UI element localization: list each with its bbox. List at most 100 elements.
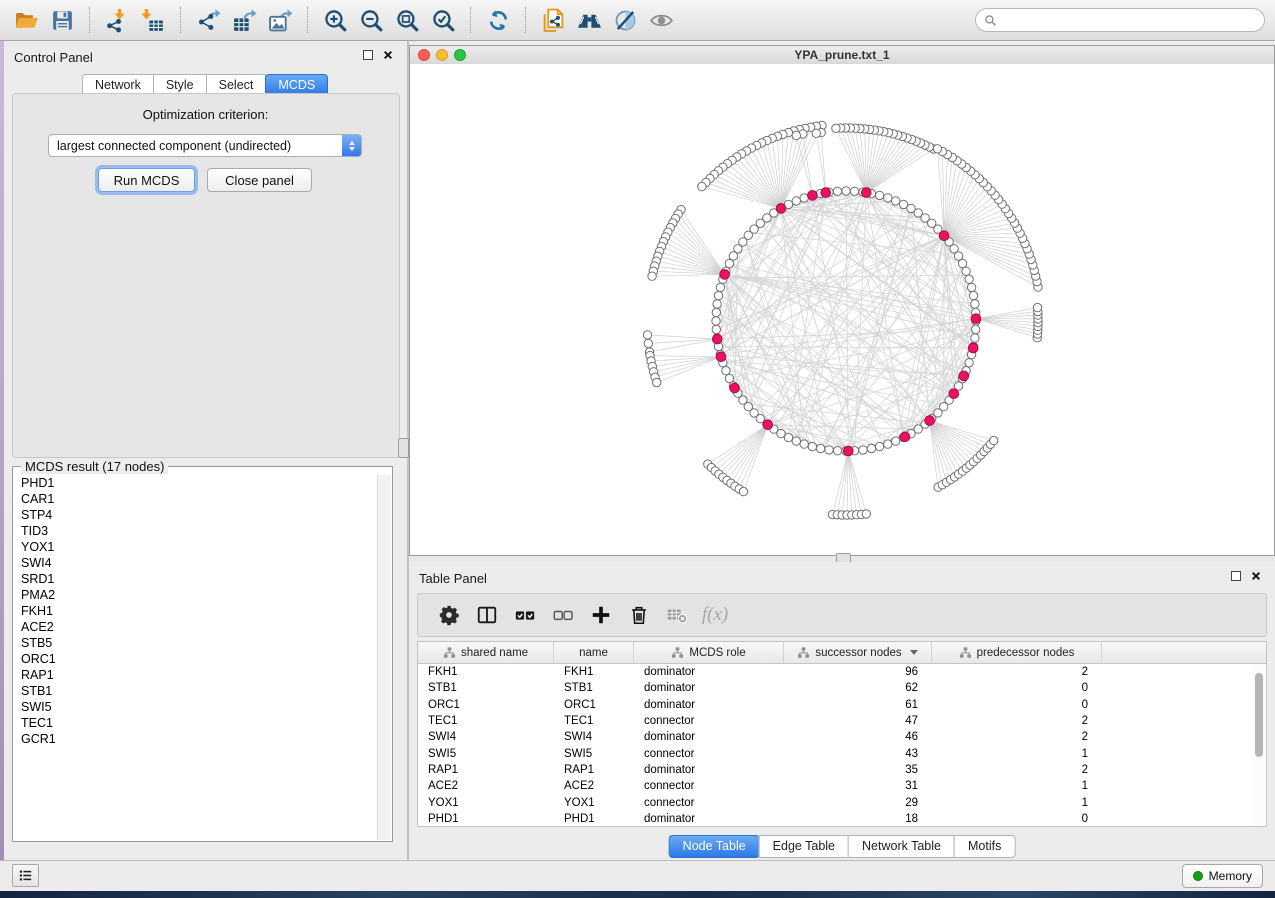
preview-eye-icon[interactable]	[646, 5, 676, 35]
network-document-icon[interactable]	[538, 5, 568, 35]
close-panel-icon[interactable]	[383, 50, 393, 60]
tab-network-table[interactable]: Network Table	[848, 835, 955, 858]
column-header-label: predecessor nodes	[977, 647, 1075, 659]
cell-predecessor-nodes: 0	[932, 699, 1102, 711]
column-header-shared-name[interactable]: shared name	[418, 642, 554, 663]
table-scrollbar[interactable]	[1253, 664, 1265, 825]
tab-node-table[interactable]: Node Table	[669, 835, 760, 858]
cell-shared-name: TEC1	[418, 715, 554, 727]
network-window-titlebar[interactable]: YPA_prune.txt_1	[410, 46, 1274, 65]
optimization-criterion-select[interactable]: largest connected component (undirected)	[48, 134, 362, 157]
zoom-out-icon[interactable]	[356, 5, 386, 35]
import-network-icon[interactable]	[102, 5, 132, 35]
cell-MCDS-role: connector	[634, 748, 784, 760]
table-row[interactable]: TEC1TEC1connector472	[418, 713, 1266, 729]
open-file-icon[interactable]	[11, 5, 41, 35]
mcds-result-item[interactable]: PHD1	[21, 475, 378, 491]
float-panel-icon[interactable]	[363, 50, 373, 60]
close-window-button[interactable]	[418, 49, 430, 61]
control-panel-title: Control Panel	[14, 50, 93, 65]
mcds-result-item[interactable]: GCR1	[21, 731, 378, 747]
mcds-result-item[interactable]: FKH1	[21, 603, 378, 619]
toolbar-separator	[180, 7, 181, 33]
mcds-result-item[interactable]: SWI4	[21, 555, 378, 571]
table-row[interactable]: RAP1RAP1dominator352	[418, 762, 1266, 778]
cell-shared-name: STB1	[418, 682, 554, 694]
select-all-icon[interactable]	[512, 602, 538, 628]
cell-predecessor-nodes: 1	[932, 797, 1102, 809]
column-header-successor-nodes[interactable]: successor nodes	[784, 642, 932, 663]
network-graph[interactable]	[410, 64, 1274, 555]
table-row[interactable]: ACE2ACE2connector311	[418, 778, 1266, 794]
close-panel-button[interactable]: Close panel	[207, 168, 312, 192]
zoom-fit-icon[interactable]	[392, 5, 422, 35]
delete-row-icon[interactable]	[626, 602, 652, 628]
column-header-MCDS-role[interactable]: MCDS role	[634, 642, 784, 663]
search-input[interactable]	[1002, 12, 1256, 28]
float-panel-icon[interactable]	[1231, 571, 1241, 581]
cell-shared-name: RAP1	[418, 764, 554, 776]
close-panel-icon[interactable]	[1251, 571, 1261, 581]
table-row[interactable]: PHD1PHD1dominator180	[418, 811, 1266, 827]
mcds-result-item[interactable]: ORC1	[21, 651, 378, 667]
add-row-icon[interactable]	[588, 602, 614, 628]
mcds-result-item[interactable]: ACE2	[21, 619, 378, 635]
table-panel-window-icons	[1231, 571, 1261, 581]
sort-descending-icon	[910, 650, 918, 655]
mcds-result-item[interactable]: TID3	[21, 523, 378, 539]
mcds-result-item[interactable]: STP4	[21, 507, 378, 523]
table-row[interactable]: ORC1ORC1dominator610	[418, 697, 1266, 713]
table-row[interactable]: SWI4SWI4dominator462	[418, 729, 1266, 745]
minimize-window-button[interactable]	[436, 49, 448, 61]
deselect-all-icon[interactable]	[550, 602, 576, 628]
memory-button[interactable]: Memory	[1182, 864, 1263, 888]
columns-icon[interactable]	[474, 602, 500, 628]
export-table-icon[interactable]	[229, 5, 259, 35]
import-table-icon[interactable]	[138, 5, 168, 35]
mcds-result-item[interactable]: PMA2	[21, 587, 378, 603]
column-header-predecessor-nodes[interactable]: predecessor nodes	[932, 642, 1102, 663]
task-history-button[interactable]	[12, 864, 39, 887]
zoom-selected-icon[interactable]	[428, 5, 458, 35]
table-row[interactable]: FKH1FKH1dominator962	[418, 664, 1266, 680]
hide-style-icon[interactable]	[610, 5, 640, 35]
tab-edge-table[interactable]: Edge Table	[759, 835, 849, 858]
column-header-label: shared name	[461, 647, 528, 659]
mcds-result-item[interactable]: TEC1	[21, 715, 378, 731]
cell-predecessor-nodes: 1	[932, 748, 1102, 760]
mcds-result-item[interactable]: SWI5	[21, 699, 378, 715]
export-image-icon[interactable]	[265, 5, 295, 35]
apply-layout-icon[interactable]	[483, 5, 513, 35]
mcds-result-item[interactable]: STB1	[21, 683, 378, 699]
mcds-result-item[interactable]: YOX1	[21, 539, 378, 555]
export-network-icon[interactable]	[193, 5, 223, 35]
column-header-name[interactable]: name	[554, 642, 634, 663]
cell-predecessor-nodes: 0	[932, 813, 1102, 825]
cell-shared-name: SWI4	[418, 731, 554, 743]
table-row[interactable]: SWI5SWI5connector431	[418, 745, 1266, 761]
maximize-window-button[interactable]	[454, 49, 466, 61]
cell-shared-name: ORC1	[418, 699, 554, 711]
cell-name: STB1	[554, 682, 634, 694]
table-scrollbar-thumb[interactable]	[1255, 673, 1263, 757]
zoom-in-icon[interactable]	[320, 5, 350, 35]
cell-MCDS-role: dominator	[634, 764, 784, 776]
network-canvas[interactable]	[410, 64, 1274, 555]
run-mcds-button[interactable]: Run MCDS	[98, 168, 195, 192]
table-row[interactable]: STB1STB1dominator620	[418, 680, 1266, 696]
mcds-list-scrollbar[interactable]	[377, 475, 391, 840]
table-panel: Table Panel f(x) shared namenameMCDS rol…	[409, 562, 1275, 858]
mcds-result-item[interactable]: STB5	[21, 635, 378, 651]
save-session-icon[interactable]	[47, 5, 77, 35]
table-header-filler	[1102, 642, 1266, 663]
search-binoculars-icon[interactable]	[574, 5, 604, 35]
vertical-splitter-grip[interactable]	[398, 438, 409, 458]
gear-icon[interactable]	[436, 602, 462, 628]
table-row[interactable]: YOX1YOX1connector291	[418, 794, 1266, 810]
cell-shared-name: ACE2	[418, 780, 554, 792]
mcds-result-item[interactable]: SRD1	[21, 571, 378, 587]
cell-MCDS-role: connector	[634, 780, 784, 792]
mcds-result-item[interactable]: CAR1	[21, 491, 378, 507]
mcds-result-item[interactable]: RAP1	[21, 667, 378, 683]
tab-motifs[interactable]: Motifs	[954, 835, 1015, 858]
